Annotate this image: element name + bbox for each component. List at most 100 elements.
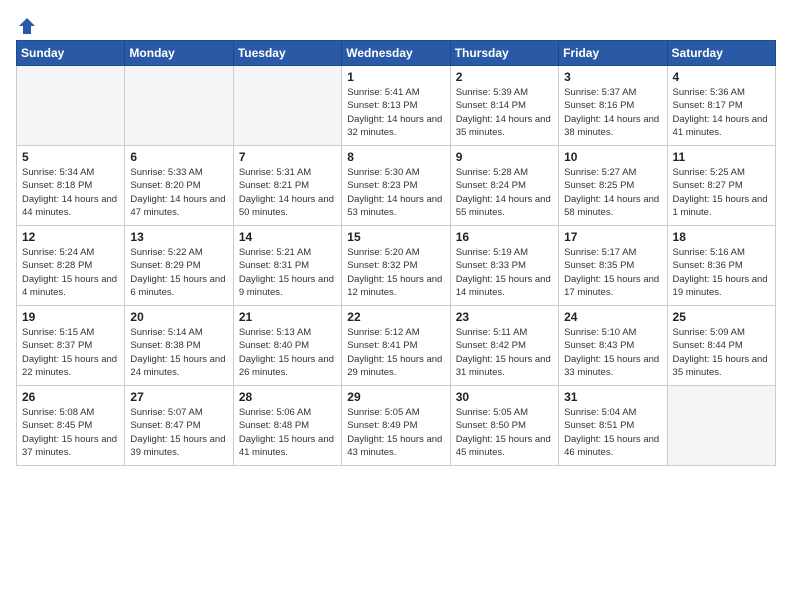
day-number: 20: [130, 310, 227, 324]
logo: [16, 16, 37, 32]
calendar-cell: 2 Sunrise: 5:39 AM Sunset: 8:14 PM Daylig…: [450, 66, 558, 146]
page-header: [16, 16, 776, 32]
day-number: 15: [347, 230, 444, 244]
calendar-cell: 30 Sunrise: 5:05 AM Sunset: 8:50 PM Dayli…: [450, 386, 558, 466]
day-info: Sunrise: 5:20 AM Sunset: 8:32 PM Dayligh…: [347, 246, 444, 299]
day-info: Sunrise: 5:25 AM Sunset: 8:27 PM Dayligh…: [673, 166, 770, 219]
day-info: Sunrise: 5:34 AM Sunset: 8:18 PM Dayligh…: [22, 166, 119, 219]
day-info: Sunrise: 5:27 AM Sunset: 8:25 PM Dayligh…: [564, 166, 661, 219]
calendar-cell: 20 Sunrise: 5:14 AM Sunset: 8:38 PM Dayli…: [125, 306, 233, 386]
day-number: 26: [22, 390, 119, 404]
day-info: Sunrise: 5:12 AM Sunset: 8:41 PM Dayligh…: [347, 326, 444, 379]
calendar-cell: [17, 66, 125, 146]
calendar-cell: [667, 386, 775, 466]
day-number: 30: [456, 390, 553, 404]
day-info: Sunrise: 5:11 AM Sunset: 8:42 PM Dayligh…: [456, 326, 553, 379]
calendar-cell: 24Sunrise: 5:10 AM Sunset: 8:43 PM Dayli…: [559, 306, 667, 386]
day-info: Sunrise: 5:24 AM Sunset: 8:28 PM Dayligh…: [22, 246, 119, 299]
day-info: Sunrise: 5:16 AM Sunset: 8:36 PM Dayligh…: [673, 246, 770, 299]
day-info: Sunrise: 5:39 AM Sunset: 8:14 PM Dayligh…: [456, 86, 553, 139]
calendar-week-row: 26 Sunrise: 5:08 AM Sunset: 8:45 PM Dayli…: [17, 386, 776, 466]
day-number: 5: [22, 150, 119, 164]
day-number: 12: [22, 230, 119, 244]
calendar-cell: 5 Sunrise: 5:34 AM Sunset: 8:18 PM Daylig…: [17, 146, 125, 226]
day-number: 9: [456, 150, 553, 164]
day-number: 28: [239, 390, 336, 404]
calendar-cell: 18 Sunrise: 5:16 AM Sunset: 8:36 PM Dayli…: [667, 226, 775, 306]
calendar-cell: 8 Sunrise: 5:30 AM Sunset: 8:23 PM Daylig…: [342, 146, 450, 226]
day-info: Sunrise: 5:30 AM Sunset: 8:23 PM Dayligh…: [347, 166, 444, 219]
calendar-table: SundayMondayTuesdayWednesdayThursdayFrid…: [16, 40, 776, 466]
calendar-week-row: 12 Sunrise: 5:24 AM Sunset: 8:28 PM Dayli…: [17, 226, 776, 306]
day-number: 16: [456, 230, 553, 244]
calendar-cell: [125, 66, 233, 146]
calendar-cell: 12 Sunrise: 5:24 AM Sunset: 8:28 PM Dayli…: [17, 226, 125, 306]
calendar-cell: 3 Sunrise: 5:37 AM Sunset: 8:16 PM Daylig…: [559, 66, 667, 146]
day-number: 1: [347, 70, 444, 84]
day-number: 14: [239, 230, 336, 244]
calendar-cell: 11Sunrise: 5:25 AM Sunset: 8:27 PM Dayli…: [667, 146, 775, 226]
day-number: 3: [564, 70, 661, 84]
day-info: Sunrise: 5:37 AM Sunset: 8:16 PM Dayligh…: [564, 86, 661, 139]
calendar-cell: 4 Sunrise: 5:36 AM Sunset: 8:17 PM Daylig…: [667, 66, 775, 146]
day-number: 7: [239, 150, 336, 164]
weekday-header-tuesday: Tuesday: [233, 41, 341, 66]
day-info: Sunrise: 5:14 AM Sunset: 8:38 PM Dayligh…: [130, 326, 227, 379]
weekday-header-row: SundayMondayTuesdayWednesdayThursdayFrid…: [17, 41, 776, 66]
day-number: 29: [347, 390, 444, 404]
day-number: 22: [347, 310, 444, 324]
day-info: Sunrise: 5:04 AM Sunset: 8:51 PM Dayligh…: [564, 406, 661, 459]
weekday-header-sunday: Sunday: [17, 41, 125, 66]
day-info: Sunrise: 5:41 AM Sunset: 8:13 PM Dayligh…: [347, 86, 444, 139]
weekday-header-monday: Monday: [125, 41, 233, 66]
day-info: Sunrise: 5:13 AM Sunset: 8:40 PM Dayligh…: [239, 326, 336, 379]
calendar-cell: 31 Sunrise: 5:04 AM Sunset: 8:51 PM Dayli…: [559, 386, 667, 466]
calendar-cell: 14 Sunrise: 5:21 AM Sunset: 8:31 PM Dayli…: [233, 226, 341, 306]
calendar-cell: 26 Sunrise: 5:08 AM Sunset: 8:45 PM Dayli…: [17, 386, 125, 466]
day-info: Sunrise: 5:08 AM Sunset: 8:45 PM Dayligh…: [22, 406, 119, 459]
calendar-cell: 17 Sunrise: 5:17 AM Sunset: 8:35 PM Dayli…: [559, 226, 667, 306]
day-number: 18: [673, 230, 770, 244]
day-number: 6: [130, 150, 227, 164]
weekday-header-friday: Friday: [559, 41, 667, 66]
calendar-cell: 21Sunrise: 5:13 AM Sunset: 8:40 PM Dayli…: [233, 306, 341, 386]
day-info: Sunrise: 5:31 AM Sunset: 8:21 PM Dayligh…: [239, 166, 336, 219]
day-number: 17: [564, 230, 661, 244]
day-info: Sunrise: 5:09 AM Sunset: 8:44 PM Dayligh…: [673, 326, 770, 379]
calendar-cell: 13Sunrise: 5:22 AM Sunset: 8:29 PM Dayli…: [125, 226, 233, 306]
calendar-week-row: 5 Sunrise: 5:34 AM Sunset: 8:18 PM Daylig…: [17, 146, 776, 226]
day-number: 13: [130, 230, 227, 244]
day-number: 27: [130, 390, 227, 404]
day-number: 4: [673, 70, 770, 84]
day-number: 23: [456, 310, 553, 324]
day-number: 8: [347, 150, 444, 164]
day-info: Sunrise: 5:19 AM Sunset: 8:33 PM Dayligh…: [456, 246, 553, 299]
logo-icon: [17, 16, 37, 36]
day-info: Sunrise: 5:36 AM Sunset: 8:17 PM Dayligh…: [673, 86, 770, 139]
calendar-cell: 7 Sunrise: 5:31 AM Sunset: 8:21 PM Daylig…: [233, 146, 341, 226]
day-info: Sunrise: 5:05 AM Sunset: 8:50 PM Dayligh…: [456, 406, 553, 459]
calendar-cell: 27Sunrise: 5:07 AM Sunset: 8:47 PM Dayli…: [125, 386, 233, 466]
calendar-cell: 6 Sunrise: 5:33 AM Sunset: 8:20 PM Daylig…: [125, 146, 233, 226]
calendar-cell: 16 Sunrise: 5:19 AM Sunset: 8:33 PM Dayli…: [450, 226, 558, 306]
calendar-week-row: 19 Sunrise: 5:15 AM Sunset: 8:37 PM Dayli…: [17, 306, 776, 386]
calendar-cell: 15 Sunrise: 5:20 AM Sunset: 8:32 PM Dayli…: [342, 226, 450, 306]
day-info: Sunrise: 5:15 AM Sunset: 8:37 PM Dayligh…: [22, 326, 119, 379]
day-info: Sunrise: 5:17 AM Sunset: 8:35 PM Dayligh…: [564, 246, 661, 299]
day-number: 2: [456, 70, 553, 84]
calendar-cell: 22 Sunrise: 5:12 AM Sunset: 8:41 PM Dayli…: [342, 306, 450, 386]
calendar-cell: 19 Sunrise: 5:15 AM Sunset: 8:37 PM Dayli…: [17, 306, 125, 386]
day-info: Sunrise: 5:05 AM Sunset: 8:49 PM Dayligh…: [347, 406, 444, 459]
weekday-header-thursday: Thursday: [450, 41, 558, 66]
calendar-cell: [233, 66, 341, 146]
calendar-cell: 10Sunrise: 5:27 AM Sunset: 8:25 PM Dayli…: [559, 146, 667, 226]
calendar-week-row: 1 Sunrise: 5:41 AM Sunset: 8:13 PM Daylig…: [17, 66, 776, 146]
day-info: Sunrise: 5:21 AM Sunset: 8:31 PM Dayligh…: [239, 246, 336, 299]
calendar-cell: 29 Sunrise: 5:05 AM Sunset: 8:49 PM Dayli…: [342, 386, 450, 466]
day-number: 19: [22, 310, 119, 324]
day-number: 25: [673, 310, 770, 324]
day-number: 31: [564, 390, 661, 404]
day-info: Sunrise: 5:33 AM Sunset: 8:20 PM Dayligh…: [130, 166, 227, 219]
calendar-cell: 1 Sunrise: 5:41 AM Sunset: 8:13 PM Daylig…: [342, 66, 450, 146]
calendar-cell: 28Sunrise: 5:06 AM Sunset: 8:48 PM Dayli…: [233, 386, 341, 466]
